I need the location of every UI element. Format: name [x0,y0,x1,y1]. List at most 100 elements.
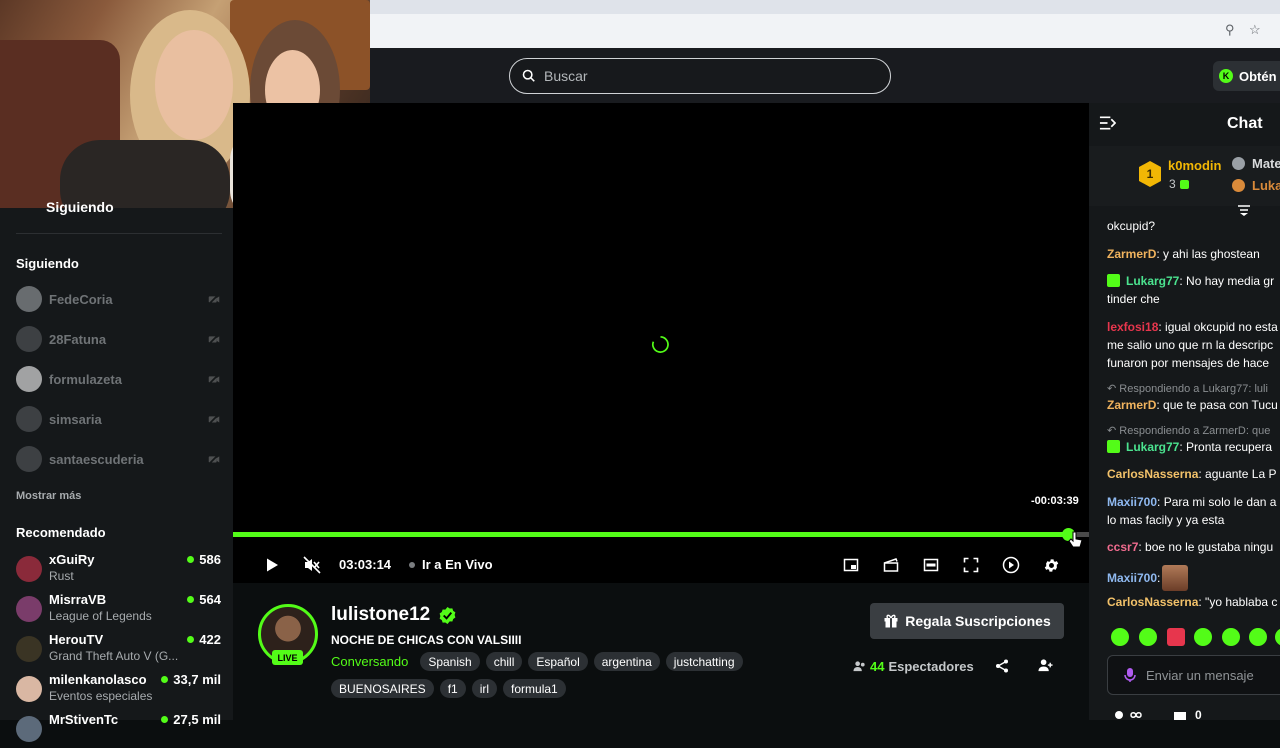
chat-username[interactable]: ZarmerD [1107,398,1156,412]
emote-icon[interactable] [1194,628,1212,646]
search-icon [522,69,535,82]
avatar [16,326,42,352]
chat-username[interactable]: Maxii700 [1107,571,1157,585]
chat-username[interactable]: CarlosNasserna [1107,467,1198,481]
chat-leaderboard [1089,146,1280,206]
clip-button[interactable] [881,555,901,575]
channel-name[interactable]: lulistone12 [331,604,430,626]
browser-tab-strip [370,0,1280,14]
search-input[interactable] [544,68,864,84]
chat-username[interactable]: Maxii700 [1107,495,1157,509]
emote-icon[interactable] [1222,628,1240,646]
playback-time: 03:03:14 [339,557,392,572]
chat-username[interactable]: ccsr7 [1107,540,1138,554]
following-nav-header[interactable]: Siguiendo [46,199,114,215]
recommended-item[interactable]: xGuiRy Rust 586 [16,552,221,588]
share-icon[interactable] [995,659,1009,673]
chat-text: : [1157,571,1161,585]
tag[interactable]: Spanish [420,652,480,671]
avatar [16,596,42,622]
following-name: simsaria [49,411,102,427]
chat-username[interactable]: ZarmerD [1107,247,1156,261]
viewer-count-row: 44 Espectadores [853,659,974,674]
chat-message: okcupid? [1107,217,1280,235]
muted-speaker-icon [303,556,321,574]
show-more-link[interactable]: Mostrar más [16,490,81,502]
emote-icon[interactable] [1249,628,1267,646]
miniplayer-button[interactable] [841,555,861,575]
chat-message: ZarmerD: que te pasa con Tucu [1107,396,1280,414]
chat-username[interactable]: Lukarg77 [1126,274,1179,288]
following-item[interactable]: simsaria [16,405,221,433]
reply-reference[interactable]: ↶ Respondiendo a ZarmerD: que [1107,424,1270,437]
chat-username[interactable]: lexfosi18 [1107,320,1158,334]
recommended-title: Recomendado [16,525,106,540]
tag[interactable]: justchatting [665,652,743,671]
theater-mode-button[interactable] [921,555,941,575]
kick-logo-icon: K [1219,69,1233,83]
reply-reference[interactable]: ↶ Respondiendo a Lukarg77: luli [1107,382,1268,395]
following-item[interactable]: santaescuderia [16,445,221,473]
recommended-item[interactable]: MisrraVB League of Legends 564 [16,592,221,628]
chat-message: lo mas facily y ya esta [1107,511,1280,529]
collapse-chat-icon[interactable] [1099,115,1116,131]
offline-icon [208,413,220,425]
recommended-item[interactable]: MrStivenTc 27,5 mil [16,712,221,748]
following-name: 28Fatuna [49,331,107,347]
emote-icon[interactable] [1139,628,1157,646]
chat-text: : No hay media gr [1179,274,1275,288]
chat-text: tinder che [1107,292,1160,306]
chat-message: Maxii700: Para mi solo le dan a [1107,493,1280,511]
following-item[interactable]: formulazeta [16,365,221,393]
chat-text: lo mas facily y ya esta [1107,513,1225,527]
avatar [16,556,42,582]
gift-subscriptions-button[interactable]: Regala Suscripciones [870,603,1064,639]
progress-fill [233,532,1068,537]
following-item[interactable]: 28Fatuna [16,325,221,353]
following-item[interactable]: FedeCoria [16,285,221,313]
channel-name: MisrraVB [49,592,107,607]
points-icon[interactable] [1173,709,1187,720]
expand-leaderboard-icon[interactable] [1237,205,1251,217]
tag[interactable]: formula1 [503,679,566,698]
category-link[interactable]: Conversando [331,654,408,669]
leader-2-name[interactable]: Mate [1252,156,1280,171]
chat-input[interactable] [1146,667,1280,683]
emote-icon[interactable] [1167,628,1185,646]
recommended-item[interactable]: milenkanolasco Eventos especiales 33,7 m… [16,672,221,708]
fullscreen-button[interactable] [961,555,981,575]
offline-icon [208,453,220,465]
bookmark-star-icon[interactable]: ☆ [1249,22,1261,38]
tag[interactable]: argentina [593,652,660,671]
search-bar[interactable] [509,58,891,94]
play-button[interactable] [262,555,282,575]
tag[interactable]: chill [485,652,523,671]
gift-sub-badge-icon [1107,274,1120,287]
sidebar-divider [16,233,222,234]
fullscreen-icon [963,557,979,573]
offline-icon [208,333,220,345]
channel-name-row: lulistone12 [331,604,457,626]
gear-icon [1044,558,1058,572]
go-live-button[interactable]: Ir a En Vivo [409,557,493,572]
recommended-item[interactable]: HerouTV Grand Theft Auto V (G... 422 [16,632,221,668]
chat-settings-icon[interactable] [1113,709,1153,720]
follow-user-icon[interactable] [1038,658,1053,673]
chat-username[interactable]: Lukarg77 [1126,440,1179,454]
tag[interactable]: irl [471,679,498,698]
microphone-icon[interactable] [1124,667,1136,683]
emote-icon[interactable] [1111,628,1129,646]
zoom-icon[interactable]: ⚲ [1225,22,1235,38]
tag[interactable]: Español [528,652,588,671]
playback-speed-button[interactable] [1001,555,1021,575]
mute-button[interactable] [302,555,322,575]
leader-3-name[interactable]: Luka [1252,178,1280,193]
tag[interactable]: f1 [439,679,466,698]
chat-input-box[interactable] [1107,655,1280,695]
leader-1-name[interactable]: k0modin [1168,158,1221,173]
get-kicks-button[interactable]: K Obtén [1213,61,1280,91]
settings-button[interactable] [1041,555,1061,575]
chat-username[interactable]: CarlosNasserna [1107,595,1198,609]
chat-title: Chat [1227,115,1263,132]
tag[interactable]: BUENOSAIRES [331,679,434,698]
